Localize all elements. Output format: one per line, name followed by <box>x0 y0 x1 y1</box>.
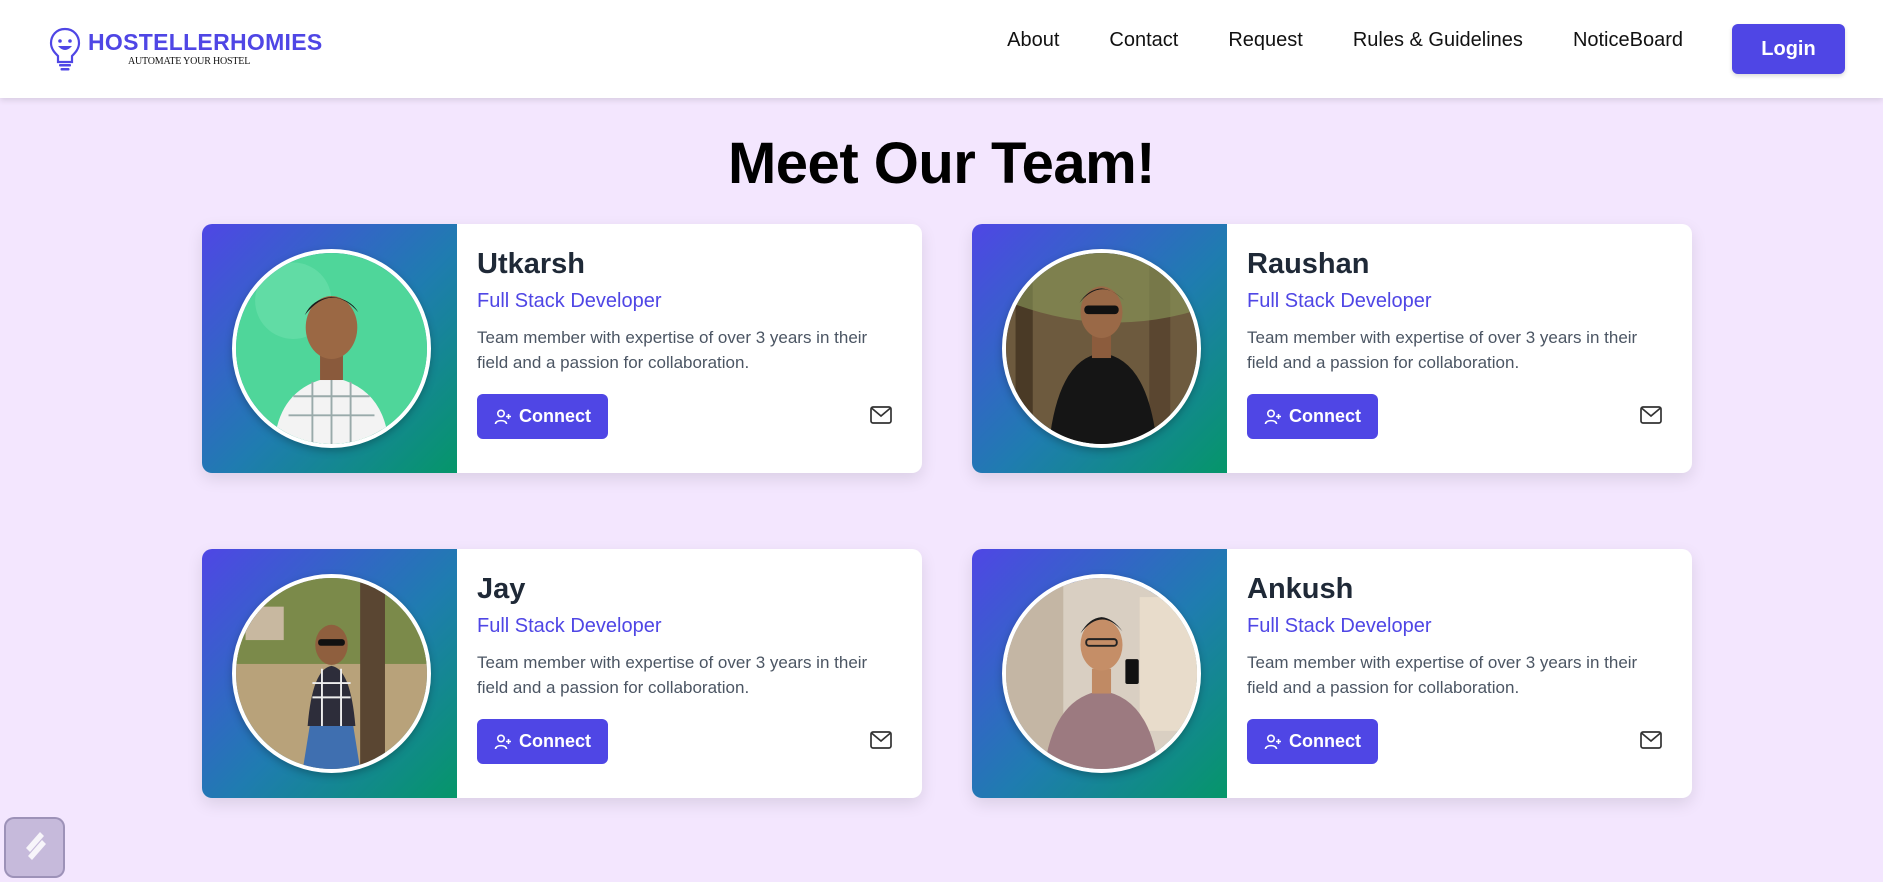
card-media <box>202 224 457 473</box>
card-body: Raushan Full Stack Developer Team member… <box>1227 224 1692 473</box>
nav-about[interactable]: About <box>1007 27 1059 53</box>
main-nav: About Contact Request Rules & Guidelines… <box>1007 27 1683 53</box>
connect-label: Connect <box>1289 406 1361 426</box>
mail-icon[interactable] <box>1640 406 1662 426</box>
card-body: Ankush Full Stack Developer Team member … <box>1227 549 1692 798</box>
logo-title: HOSTELLERHOMIES <box>88 29 323 55</box>
nav-noticeboard[interactable]: NoticeBoard <box>1573 27 1683 53</box>
nav-request[interactable]: Request <box>1228 27 1303 53</box>
member-role: Full Stack Developer <box>1247 290 1432 312</box>
card-media <box>972 549 1227 798</box>
member-description: Team member with expertise of over 3 yea… <box>1247 328 1638 372</box>
connect-button[interactable]: Connect <box>1247 719 1378 764</box>
member-name: Utkarsh <box>477 248 585 280</box>
team-card: Ankush Full Stack Developer Team member … <box>972 549 1692 798</box>
team-card: Jay Full Stack Developer Team member wit… <box>202 549 922 798</box>
nav-contact[interactable]: Contact <box>1109 27 1178 53</box>
lightbulb-face-icon <box>48 26 82 72</box>
card-media <box>202 549 457 798</box>
logo-tagline: AUTOMATE YOUR HOSTEL <box>128 56 251 67</box>
team-member-photo <box>232 249 431 448</box>
site-header: HOSTELLERHOMIES AUTOMATE YOUR HOSTEL Abo… <box>0 0 1883 98</box>
member-name: Jay <box>477 573 526 605</box>
user-plus-icon <box>1264 733 1282 751</box>
mail-icon[interactable] <box>870 731 892 751</box>
connect-label: Connect <box>519 731 591 751</box>
connect-button[interactable]: Connect <box>477 394 608 439</box>
card-body: Jay Full Stack Developer Team member wit… <box>457 549 922 798</box>
connect-label: Connect <box>519 406 591 426</box>
team-member-photo <box>232 574 431 773</box>
member-role: Full Stack Developer <box>477 290 662 312</box>
user-plus-icon <box>494 733 512 751</box>
connect-button[interactable]: Connect <box>1247 394 1378 439</box>
member-role: Full Stack Developer <box>1247 615 1432 637</box>
bolt-widget-icon <box>16 826 54 869</box>
page-title: Meet Our Team! <box>727 131 1156 196</box>
connect-label: Connect <box>1289 731 1361 751</box>
connect-button[interactable]: Connect <box>477 719 608 764</box>
user-plus-icon <box>1264 408 1282 426</box>
login-button[interactable]: Login <box>1732 24 1845 74</box>
nav-rules-guidelines[interactable]: Rules & Guidelines <box>1353 27 1523 53</box>
mail-icon[interactable] <box>1640 731 1662 751</box>
member-description: Team member with expertise of over 3 yea… <box>1247 653 1638 697</box>
floating-widget-button[interactable] <box>4 817 65 878</box>
card-media <box>972 224 1227 473</box>
mail-icon[interactable] <box>870 406 892 426</box>
site-logo[interactable]: HOSTELLERHOMIES AUTOMATE YOUR HOSTEL <box>48 26 323 72</box>
team-card: Raushan Full Stack Developer Team member… <box>972 224 1692 473</box>
logo-text: HOSTELLERHOMIES AUTOMATE YOUR HOSTEL <box>88 31 323 67</box>
team-card: Utkarsh Full Stack Developer Team member… <box>202 224 922 473</box>
member-role: Full Stack Developer <box>477 615 662 637</box>
team-member-photo <box>1002 249 1201 448</box>
member-name: Ankush <box>1247 573 1354 605</box>
team-member-photo <box>1002 574 1201 773</box>
member-description: Team member with expertise of over 3 yea… <box>477 653 868 697</box>
member-description: Team member with expertise of over 3 yea… <box>477 328 868 372</box>
member-name: Raushan <box>1247 248 1370 280</box>
card-body: Utkarsh Full Stack Developer Team member… <box>457 224 922 473</box>
user-plus-icon <box>494 408 512 426</box>
